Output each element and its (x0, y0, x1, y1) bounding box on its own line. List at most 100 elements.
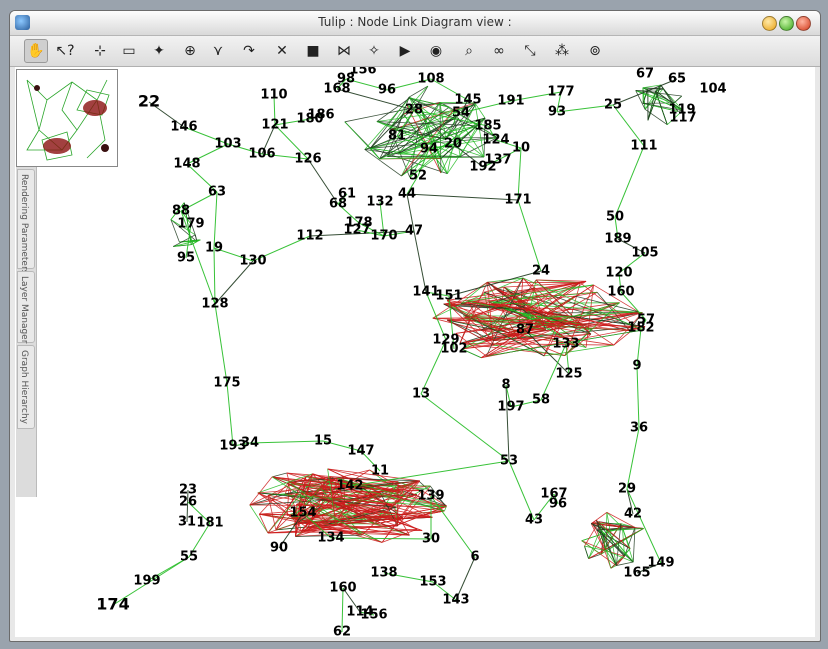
node-label[interactable]: 13 (412, 387, 430, 402)
node-label[interactable]: 67 (636, 67, 654, 82)
node-label[interactable]: 103 (214, 137, 241, 152)
layout-tool[interactable]: ⊚ (583, 39, 607, 63)
node-label[interactable]: 108 (417, 72, 444, 87)
node-label[interactable]: 26 (179, 495, 197, 510)
node-label[interactable]: 138 (370, 566, 397, 581)
color-mapping-tool[interactable]: ◉ (424, 39, 448, 63)
node-label[interactable]: 96 (378, 83, 396, 98)
get-information-tool[interactable]: ↖? (53, 39, 77, 63)
close-button[interactable] (796, 16, 811, 31)
node-label[interactable]: 47 (405, 224, 423, 239)
node-label[interactable]: 102 (440, 342, 467, 357)
node-label[interactable]: 95 (177, 251, 195, 266)
node-label[interactable]: 175 (213, 376, 240, 391)
node-label[interactable]: 124 (482, 133, 509, 148)
path-selection-tool[interactable]: ⋈ (332, 39, 356, 63)
minimize-button[interactable] (762, 16, 777, 31)
node-label[interactable]: 19 (205, 241, 223, 256)
node-label[interactable]: 128 (201, 297, 228, 312)
node-label[interactable]: 63 (208, 185, 226, 200)
node-label[interactable]: 151 (435, 289, 462, 304)
graph-overview-minimap[interactable] (16, 69, 118, 167)
tab-layer-manager[interactable]: Layer Manager (17, 271, 35, 343)
node-label[interactable]: 160 (607, 285, 634, 300)
node-label[interactable]: 174 (96, 595, 129, 614)
node-label[interactable]: 55 (180, 550, 198, 565)
node-label[interactable]: 181 (196, 516, 223, 531)
node-label[interactable]: 53 (500, 454, 518, 469)
node-label[interactable]: 52 (409, 169, 427, 184)
node-label[interactable]: 58 (532, 393, 550, 408)
link-tool[interactable]: ∞ (487, 39, 511, 63)
edge-bend-tool[interactable]: ↷ (237, 39, 261, 63)
node-label[interactable]: 96 (549, 497, 567, 512)
node-label[interactable]: 9 (632, 359, 641, 374)
node-label[interactable]: 137 (484, 153, 511, 168)
node-label[interactable]: 36 (630, 421, 648, 436)
node-label[interactable]: 142 (336, 479, 363, 494)
node-label[interactable]: 117 (669, 111, 696, 126)
node-label[interactable]: 179 (177, 217, 204, 232)
node-label[interactable]: 106 (248, 147, 275, 162)
node-label[interactable]: 81 (388, 129, 406, 144)
node-label[interactable]: 189 (604, 232, 631, 247)
tab-rendering-parameters[interactable]: Rendering Parameters (17, 169, 35, 274)
node-label[interactable]: 126 (294, 152, 321, 167)
lasso-tool[interactable]: ✧ (362, 39, 386, 63)
node-label[interactable]: 156 (349, 67, 376, 78)
node-label[interactable]: 10 (512, 141, 530, 156)
node-label[interactable]: 90 (270, 541, 288, 556)
select-tool[interactable]: ⊹ (88, 39, 112, 63)
title-bar[interactable]: Tulip : Node Link Diagram view : (10, 11, 820, 36)
node-label[interactable]: 125 (555, 367, 582, 382)
node-label[interactable]: 6 (470, 550, 479, 565)
node-label[interactable]: 105 (631, 246, 658, 261)
node-label[interactable]: 146 (170, 120, 197, 135)
node-label[interactable]: 87 (516, 323, 534, 338)
tab-graph-hierarchy[interactable]: Graph Hierarchy (17, 345, 35, 429)
node-label[interactable]: 94 (420, 142, 438, 157)
node-label[interactable]: 160 (329, 581, 356, 596)
node-label[interactable]: 20 (444, 137, 462, 152)
node-label[interactable]: 44 (398, 187, 416, 202)
node-label[interactable]: 153 (419, 575, 446, 590)
node-label[interactable]: 177 (547, 85, 574, 100)
navigate-hand-tool[interactable]: ✋ (24, 39, 48, 63)
zoom-tool[interactable]: ⌕ (457, 39, 481, 63)
node-label[interactable]: 143 (442, 593, 469, 608)
node-label[interactable]: 132 (366, 195, 393, 210)
magic-wand-tool[interactable]: ✦ (147, 39, 171, 63)
node-label[interactable]: 104 (699, 82, 726, 97)
graph-canvas[interactable]: 22 146 103 148 106 110 121 180 186 126 63 88 179 19 95… (15, 67, 815, 637)
add-edge-tool[interactable]: ⋎ (206, 39, 230, 63)
node-label[interactable]: 34 (241, 436, 259, 451)
node-label[interactable]: 154 (289, 506, 316, 521)
node-label[interactable]: 139 (417, 489, 444, 504)
node-label[interactable]: 50 (606, 210, 624, 225)
node-label[interactable]: 42 (624, 507, 642, 522)
node-label[interactable]: 149 (647, 556, 674, 571)
node-label[interactable]: 29 (618, 482, 636, 497)
node-label[interactable]: 186 (307, 108, 334, 123)
graph-animation-tool[interactable]: ▶ (393, 39, 417, 63)
node-label[interactable]: 148 (173, 157, 200, 172)
node-label[interactable]: 22 (138, 92, 160, 111)
node-label[interactable]: 134 (317, 531, 344, 546)
node-label[interactable]: 93 (548, 105, 566, 120)
node-label[interactable]: 24 (532, 264, 550, 279)
node-label[interactable]: 182 (627, 321, 654, 336)
node-label[interactable]: 170 (370, 229, 397, 244)
node-label[interactable]: 121 (261, 118, 288, 133)
node-label[interactable]: 165 (623, 566, 650, 581)
node-label[interactable]: 11 (371, 464, 389, 479)
node-link-diagram[interactable]: 22146103148106110121 18018612663881791995… (15, 67, 815, 637)
node-label[interactable]: 120 (605, 266, 632, 281)
delete-tool[interactable]: ✕ (270, 39, 294, 63)
node-label[interactable]: 43 (525, 513, 543, 528)
node-label[interactable]: 191 (497, 94, 524, 109)
node-label[interactable]: 8 (501, 378, 510, 393)
node-label[interactable]: 147 (347, 444, 374, 459)
node-label[interactable]: 171 (504, 193, 531, 208)
node-label[interactable]: 127 (343, 223, 370, 238)
sort-tool[interactable]: ⤡ (518, 39, 542, 63)
